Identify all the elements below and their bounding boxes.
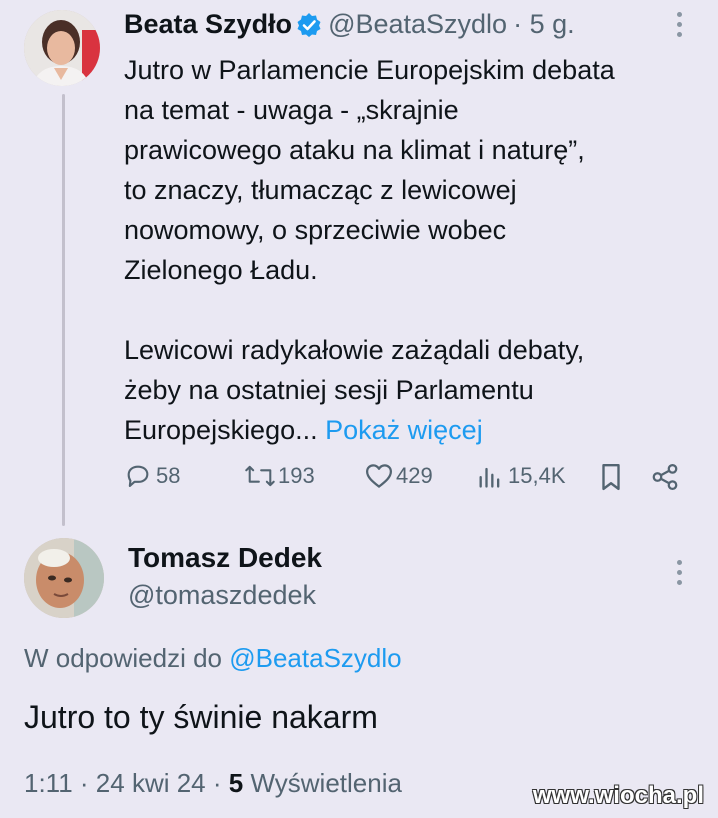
verified-badge-icon: [296, 11, 322, 37]
views-button[interactable]: 15,4K: [476, 462, 566, 490]
tomasz-dedek-avatar[interactable]: [24, 538, 104, 618]
like-icon: [364, 462, 394, 490]
beata-szydlo-avatar[interactable]: [24, 10, 100, 86]
bookmark-icon: [598, 462, 624, 492]
author-handle[interactable]: @BeataSzydlo: [328, 9, 507, 39]
replying-to-handle[interactable]: @BeataSzydlo: [229, 643, 401, 673]
like-count: 429: [396, 463, 433, 488]
reply-date[interactable]: · 24 kwi 24 ·: [80, 768, 222, 798]
bookmark-button[interactable]: [598, 462, 624, 492]
watermark: www.wiocha.pl: [532, 782, 704, 809]
like-button[interactable]: 429: [364, 462, 433, 490]
tweet-header: Beata Szydło @BeataSzydlo · 5 g.: [124, 6, 575, 42]
show-more-link[interactable]: Pokaż więcej: [325, 415, 483, 445]
tweet-body: Jutro w Parlamencie Europejskim debata n…: [124, 55, 615, 445]
views-icon: [476, 462, 504, 490]
reply-time[interactable]: 1:11: [24, 768, 73, 798]
reply-button[interactable]: 58: [124, 462, 180, 490]
reply-views-count: 5: [228, 768, 244, 798]
more-options-icon[interactable]: [677, 12, 683, 42]
reply-count: 58: [156, 463, 181, 488]
tweet-text: Jutro w Parlamencie Europejskim debata n…: [124, 50, 709, 450]
reply-author-name[interactable]: Tomasz Dedek: [128, 540, 322, 576]
reply-author-handle[interactable]: @tomaszdedek: [128, 576, 316, 614]
reply-more-options-icon[interactable]: [677, 560, 683, 590]
reply-icon: [124, 462, 152, 490]
tweet-actions: 58 193 429 15,4K: [124, 462, 684, 498]
reply-text: Jutro to ty świnie nakarm: [24, 699, 378, 735]
thread-line: [62, 94, 65, 526]
replying-to: W odpowiedzi do @BeataSzydlo: [24, 640, 402, 676]
retweet-count: 193: [278, 463, 315, 488]
reply-meta: 1:11 · 24 kwi 24 · 5 Wyświetlenia: [24, 764, 402, 802]
replying-prefix: W odpowiedzi do: [24, 643, 222, 673]
share-icon: [650, 462, 680, 492]
views-count: 15,4K: [508, 463, 566, 488]
author-name[interactable]: Beata Szydło: [124, 9, 292, 39]
share-button[interactable]: [650, 462, 680, 492]
reply-views-label: Wyświetlenia: [250, 768, 402, 798]
retweet-icon: [244, 462, 276, 490]
tweet-time-ago[interactable]: · 5 g.: [513, 9, 575, 39]
retweet-button[interactable]: 193: [244, 462, 315, 490]
